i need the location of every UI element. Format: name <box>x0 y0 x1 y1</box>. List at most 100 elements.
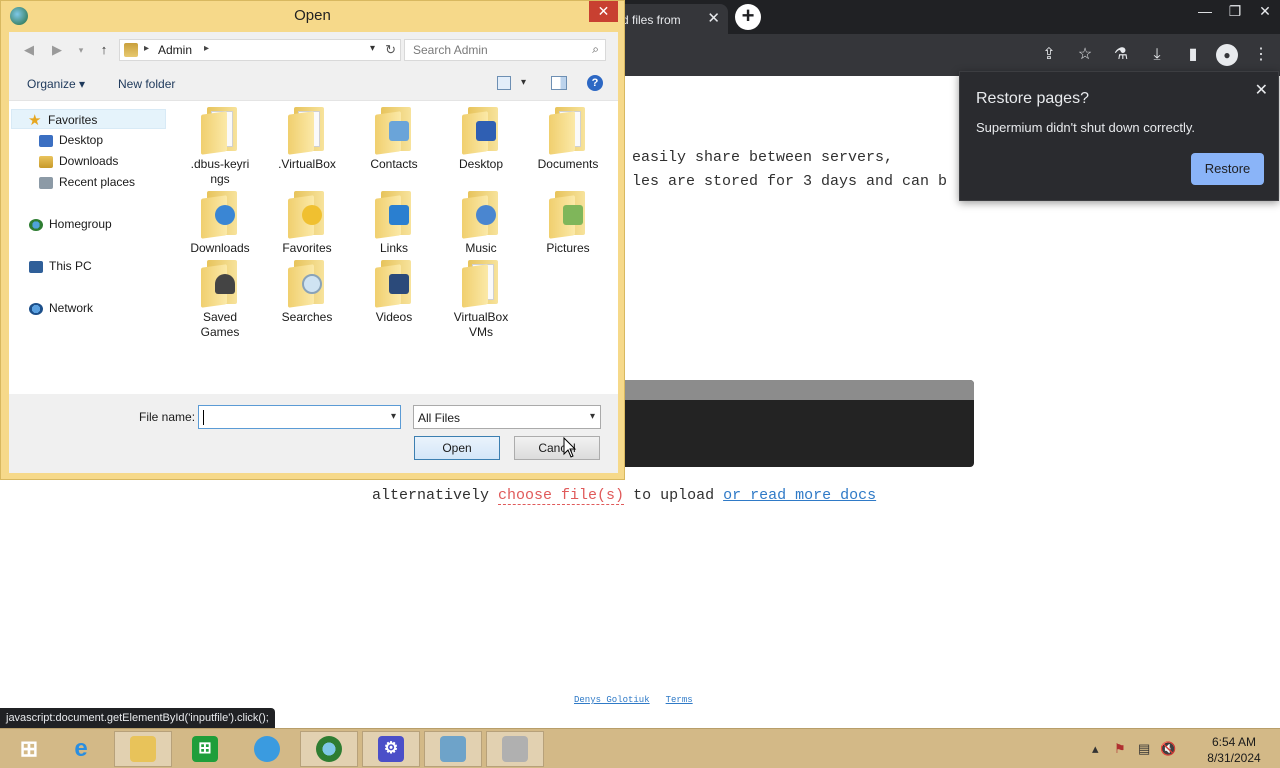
nav-item-downloads[interactable]: Downloads <box>39 151 118 171</box>
close-window-icon[interactable]: ✕ <box>1250 0 1280 34</box>
download-icon[interactable]: ⤓ <box>1144 42 1170 68</box>
taskbar-app[interactable] <box>238 731 296 767</box>
app-icon <box>254 736 280 762</box>
folder-pictures[interactable]: Pictures <box>526 191 610 256</box>
restore-pages-popup: Restore pages? Supermium didn't shut dow… <box>959 71 1279 201</box>
address-bar[interactable]: ▸ Admin ▸ ▾ ↻ <box>119 39 401 61</box>
view-options-dropdown-icon[interactable]: ▾ <box>521 77 526 88</box>
terms-link[interactable]: Terms <box>666 695 693 705</box>
help-icon[interactable]: ? <box>587 75 603 91</box>
file-label: .VirtualBox <box>278 157 336 171</box>
volume-muted-icon[interactable]: 🔇 <box>1160 741 1176 757</box>
dialog-title: Open <box>294 7 331 24</box>
file-name-input[interactable]: ▾ <box>198 405 401 429</box>
file-type-value: All Files <box>418 411 461 425</box>
choose-files-link[interactable]: choose file(s) <box>498 487 625 505</box>
minimize-icon[interactable]: — <box>1190 0 1220 34</box>
preview-pane-icon[interactable] <box>551 76 567 90</box>
taskbar-ie[interactable]: e <box>52 731 110 767</box>
new-tab-button[interactable]: + <box>735 4 761 30</box>
folder-videos[interactable]: Videos <box>352 260 436 325</box>
folder-music[interactable]: Music <box>439 191 523 256</box>
file-type-select[interactable]: All Files ▾ <box>413 405 601 429</box>
links-folder-icon <box>375 191 413 239</box>
pictures-folder-icon <box>549 191 587 239</box>
menu-icon[interactable]: ⋮ <box>1248 42 1274 68</box>
folder-virtualbox-vms[interactable]: VirtualBox VMs <box>439 260 523 340</box>
forward-icon[interactable]: ▶ <box>47 40 67 60</box>
folder-searches[interactable]: Searches <box>265 260 349 325</box>
taskbar-control-panel[interactable] <box>424 731 482 767</box>
tab-close-icon[interactable]: ✕ <box>707 9 720 27</box>
taskbar-browser[interactable] <box>300 731 358 767</box>
restore-button[interactable]: Restore <box>1191 153 1264 185</box>
breadcrumb-admin[interactable]: Admin <box>158 43 192 57</box>
nav-item-desktop[interactable]: Desktop <box>39 130 103 150</box>
star-icon[interactable]: ☆ <box>1072 42 1098 68</box>
new-folder-button[interactable]: New folder <box>118 77 175 91</box>
folder-links[interactable]: Links <box>352 191 436 256</box>
folder-downloads[interactable]: Downloads <box>178 191 262 256</box>
nav-item-network[interactable]: Network <box>29 298 93 318</box>
dialog-body: ◀ ▶ ▾ ↑ ▸ Admin ▸ ▾ ↻ Search Admin ⌕ Org… <box>9 32 618 473</box>
back-icon[interactable]: ◀ <box>19 40 39 60</box>
show-hidden-icons-icon[interactable]: ▴ <box>1092 741 1099 757</box>
up-icon[interactable]: ↑ <box>94 40 114 60</box>
file-label: Documents <box>537 157 599 171</box>
extension-icon[interactable]: ⚗ <box>1108 42 1134 68</box>
taskbar-file-explorer[interactable] <box>114 731 172 767</box>
start-button[interactable]: ⊞ <box>0 731 58 767</box>
folder-documents[interactable]: Documents <box>526 107 610 172</box>
sidepanel-icon[interactable]: ▮ <box>1180 42 1206 68</box>
folder-virtualbox[interactable]: .VirtualBox <box>265 107 349 172</box>
nav-label: Homegroup <box>49 217 112 231</box>
nav-item-homegroup[interactable]: Homegroup <box>29 214 112 234</box>
content-area: ★ Favorites Desktop Downloads Recent plac… <box>9 100 618 394</box>
store-icon: ⊞ <box>192 736 218 762</box>
chevron-down-icon[interactable]: ▾ <box>391 411 396 422</box>
restore-window-icon[interactable]: ❐ <box>1220 0 1250 34</box>
folder-favorites[interactable]: Favorites <box>265 191 349 256</box>
author-link[interactable]: Denys Golotiuk <box>574 695 650 705</box>
address-dropdown-icon[interactable]: ▾ <box>370 43 375 54</box>
nav-label: Downloads <box>59 154 119 168</box>
open-button[interactable]: Open <box>414 436 500 460</box>
clock[interactable]: 6:54 AM 8/31/2024 <box>1204 734 1264 766</box>
change-view-icon[interactable] <box>497 76 511 90</box>
upload-drop-zone[interactable] <box>620 380 974 467</box>
network-status-icon[interactable]: ▤ <box>1138 741 1150 757</box>
contacts-folder-icon <box>375 107 413 155</box>
recent-locations-icon[interactable]: ▾ <box>71 40 91 60</box>
user-folder-icon <box>124 43 138 57</box>
folder-desktop[interactable]: Desktop <box>439 107 523 172</box>
taskbar-settings[interactable]: ⚙ <box>362 731 420 767</box>
start-icon: ⊞ <box>19 736 39 761</box>
taskbar-archive[interactable] <box>486 731 544 767</box>
action-center-icon[interactable]: ⚑ <box>1114 741 1126 757</box>
folder-dbus-keyrings[interactable]: .dbus-keyri ngs <box>178 107 262 187</box>
search-input[interactable]: Search Admin ⌕ <box>404 39 606 61</box>
ie-icon: e <box>74 735 88 762</box>
folder-saved-games[interactable]: Saved Games <box>178 260 262 340</box>
close-icon[interactable]: ✕ <box>1255 80 1268 100</box>
open-file-dialog: Open ✕ ◀ ▶ ▾ ↑ ▸ Admin ▸ ▾ ↻ Search Admi… <box>0 0 625 480</box>
tab-title: d files from <box>622 13 681 27</box>
taskbar: ⊞ e ⊞ ⚙ ▴ ⚑ ▤ 🔇 6:54 AM 8/31/2024 <box>0 728 1280 768</box>
organize-button[interactable]: Organize ▾ <box>27 77 85 91</box>
nav-item-this-pc[interactable]: This PC <box>29 256 92 276</box>
nav-item-favorites[interactable]: ★ Favorites <box>11 109 166 129</box>
cancel-button[interactable]: Cancel <box>514 436 600 460</box>
dialog-close-button[interactable]: ✕ <box>589 1 618 22</box>
profile-icon[interactable]: ● <box>1216 44 1238 66</box>
nav-item-recent-places[interactable]: Recent places <box>39 172 135 192</box>
share-icon[interactable]: ⇪ <box>1036 42 1062 68</box>
file-label: Links <box>379 241 408 255</box>
folder-contacts[interactable]: Contacts <box>352 107 436 172</box>
breadcrumb-separator-icon[interactable]: ▸ <box>204 43 209 54</box>
refresh-icon[interactable]: ↻ <box>385 42 396 58</box>
nav-label: This PC <box>49 259 92 273</box>
read-docs-link[interactable]: or read more docs <box>723 487 876 504</box>
file-label: Contacts <box>370 157 418 171</box>
documents-folder-icon <box>549 107 587 155</box>
taskbar-store[interactable]: ⊞ <box>176 731 234 767</box>
